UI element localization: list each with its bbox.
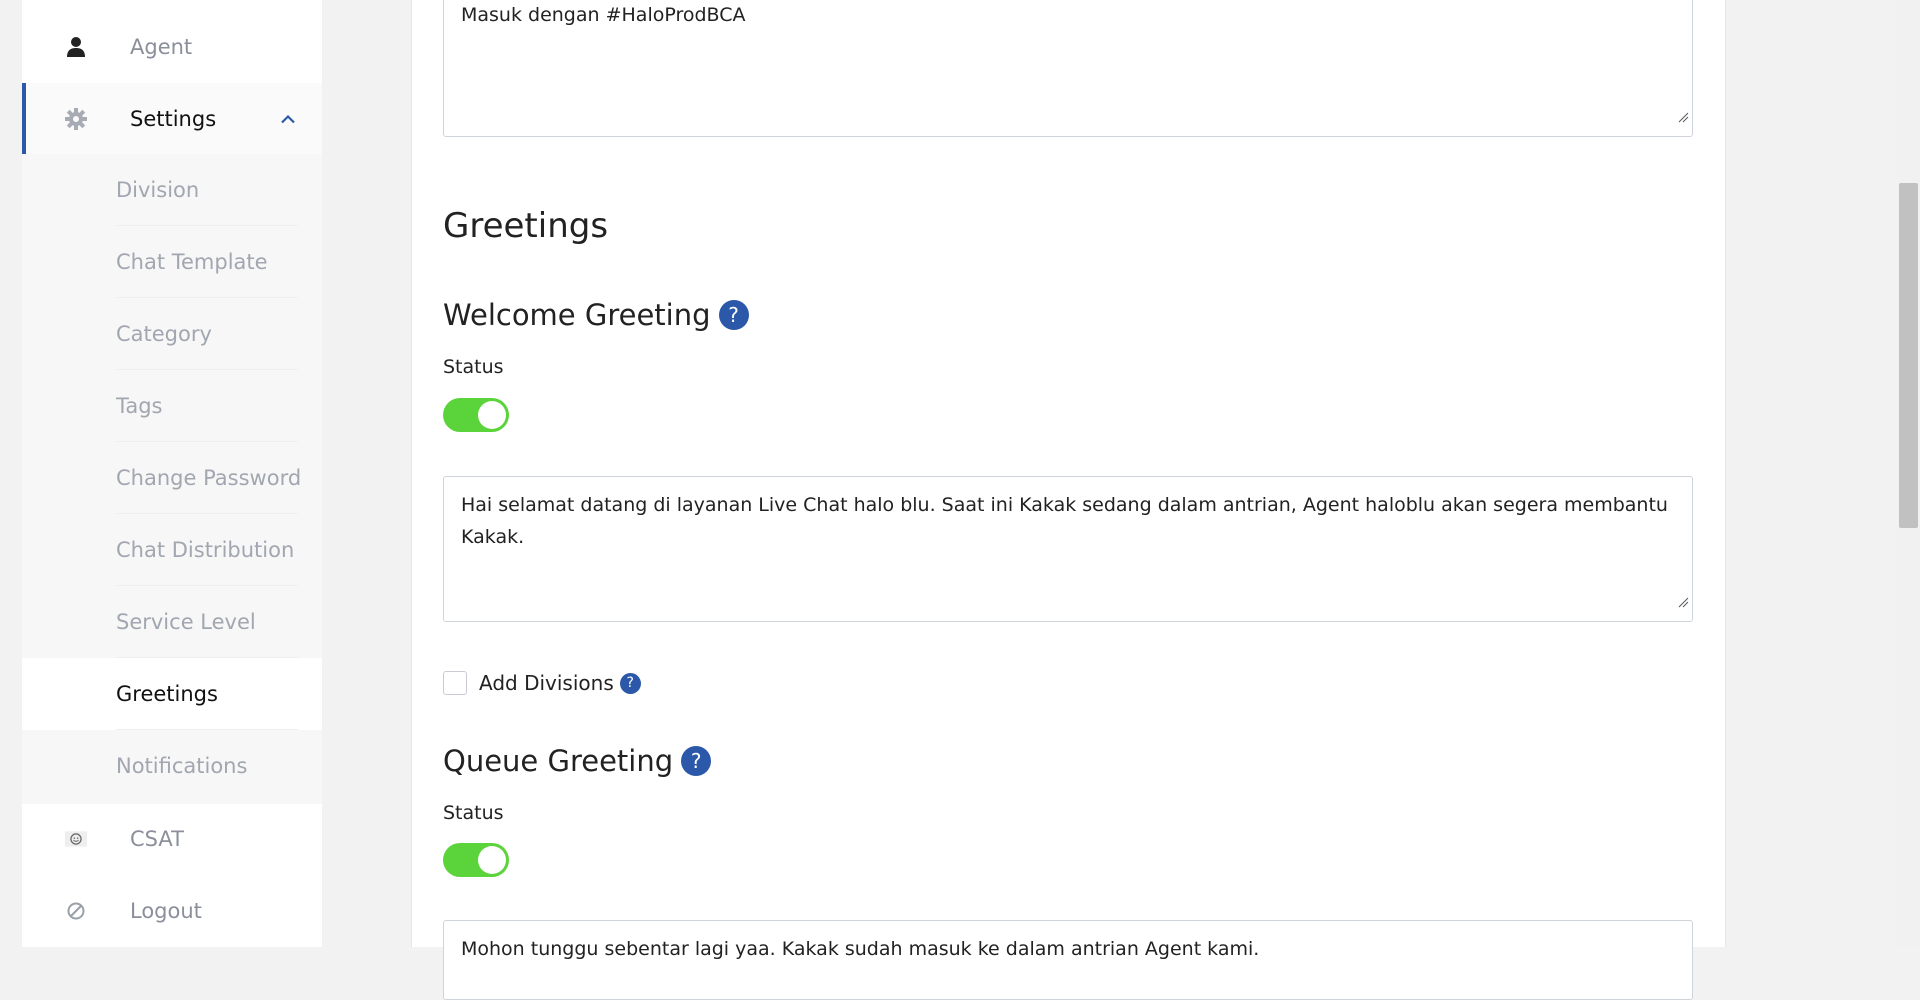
queue-message-textarea[interactable]: Mohon tunggu sebentar lagi yaa. Kakak su… (443, 920, 1693, 1000)
welcome-status-toggle[interactable] (443, 398, 509, 432)
queue-greeting-title: Queue Greeting (443, 744, 674, 778)
welcome-greeting-heading: Welcome Greeting ? (443, 298, 749, 332)
submenu-item-notifications[interactable]: Notifications (22, 730, 322, 802)
queue-status-toggle[interactable] (443, 843, 509, 877)
section-title: Greetings (443, 206, 609, 246)
sidebar-item-logout[interactable]: Logout (22, 875, 322, 947)
toggle-knob (478, 401, 506, 429)
sidebar: Agent Settings Division Chat Template Ca… (22, 0, 322, 947)
add-divisions-checkbox[interactable] (443, 671, 467, 695)
submenu-item-label: Division (116, 178, 200, 202)
submenu-item-service-level[interactable]: Service Level (22, 586, 322, 658)
sidebar-item-agent-label: Agent (130, 35, 193, 59)
gear-icon (65, 108, 87, 130)
submenu-item-label: Service Level (116, 610, 256, 634)
chevron-up-icon (280, 110, 296, 129)
welcome-message-textarea[interactable]: Hai selamat datang di layanan Live Chat … (443, 476, 1693, 622)
resize-grip-icon[interactable] (1677, 101, 1689, 133)
person-icon (65, 36, 87, 58)
smiley-icon (65, 828, 87, 850)
submenu-item-label: Notifications (116, 754, 248, 778)
add-divisions-row: Add Divisions ? (443, 671, 641, 695)
top-message-text: Masuk dengan #HaloProdBCA (461, 4, 746, 26)
question-icon[interactable]: ? (681, 746, 712, 776)
sidebar-item-csat-label: CSAT (130, 827, 184, 851)
submenu-item-label: Greetings (116, 682, 218, 706)
queue-status-label: Status (443, 802, 504, 824)
submenu-item-chat-template[interactable]: Chat Template (22, 226, 322, 298)
sidebar-item-csat[interactable]: CSAT (22, 803, 322, 875)
submenu-item-label: Tags (116, 394, 163, 418)
submenu-item-division[interactable]: Division (22, 154, 322, 226)
submenu-item-change-password[interactable]: Change Password (22, 442, 322, 514)
welcome-status-label: Status (443, 356, 504, 378)
queue-message-text: Mohon tunggu sebentar lagi yaa. Kakak su… (461, 938, 1260, 960)
submenu-item-greetings[interactable]: Greetings (22, 658, 322, 730)
welcome-greeting-title: Welcome Greeting (443, 298, 711, 332)
sidebar-item-settings-label: Settings (130, 107, 217, 131)
resize-grip-icon[interactable] (1677, 586, 1689, 618)
submenu-item-label: Category (116, 322, 212, 346)
block-icon (65, 900, 87, 922)
sidebar-item-logout-label: Logout (130, 899, 202, 923)
submenu-item-chat-distribution[interactable]: Chat Distribution (22, 514, 322, 586)
welcome-message-text: Hai selamat datang di layanan Live Chat … (461, 494, 1668, 548)
add-divisions-label: Add Divisions (479, 671, 614, 695)
top-message-textarea[interactable]: Masuk dengan #HaloProdBCA (443, 0, 1693, 137)
question-icon[interactable]: ? (718, 300, 749, 330)
sidebar-item-agent[interactable]: Agent (22, 11, 322, 83)
greetings-panel: Masuk dengan #HaloProdBCA Greetings Welc… (411, 0, 1726, 1000)
sidebar-item-settings[interactable]: Settings (22, 83, 322, 155)
scrollbar-thumb[interactable] (1899, 183, 1918, 528)
submenu-item-label: Chat Template (116, 250, 268, 274)
queue-greeting-heading: Queue Greeting ? (443, 744, 712, 778)
question-icon[interactable]: ? (619, 672, 641, 694)
submenu-item-category[interactable]: Category (22, 298, 322, 370)
submenu-item-tags[interactable]: Tags (22, 370, 322, 442)
submenu-item-label: Change Password (116, 466, 302, 490)
settings-submenu: Division Chat Template Category Tags Cha… (22, 154, 322, 804)
submenu-item-label: Chat Distribution (116, 538, 295, 562)
toggle-knob (478, 846, 506, 874)
